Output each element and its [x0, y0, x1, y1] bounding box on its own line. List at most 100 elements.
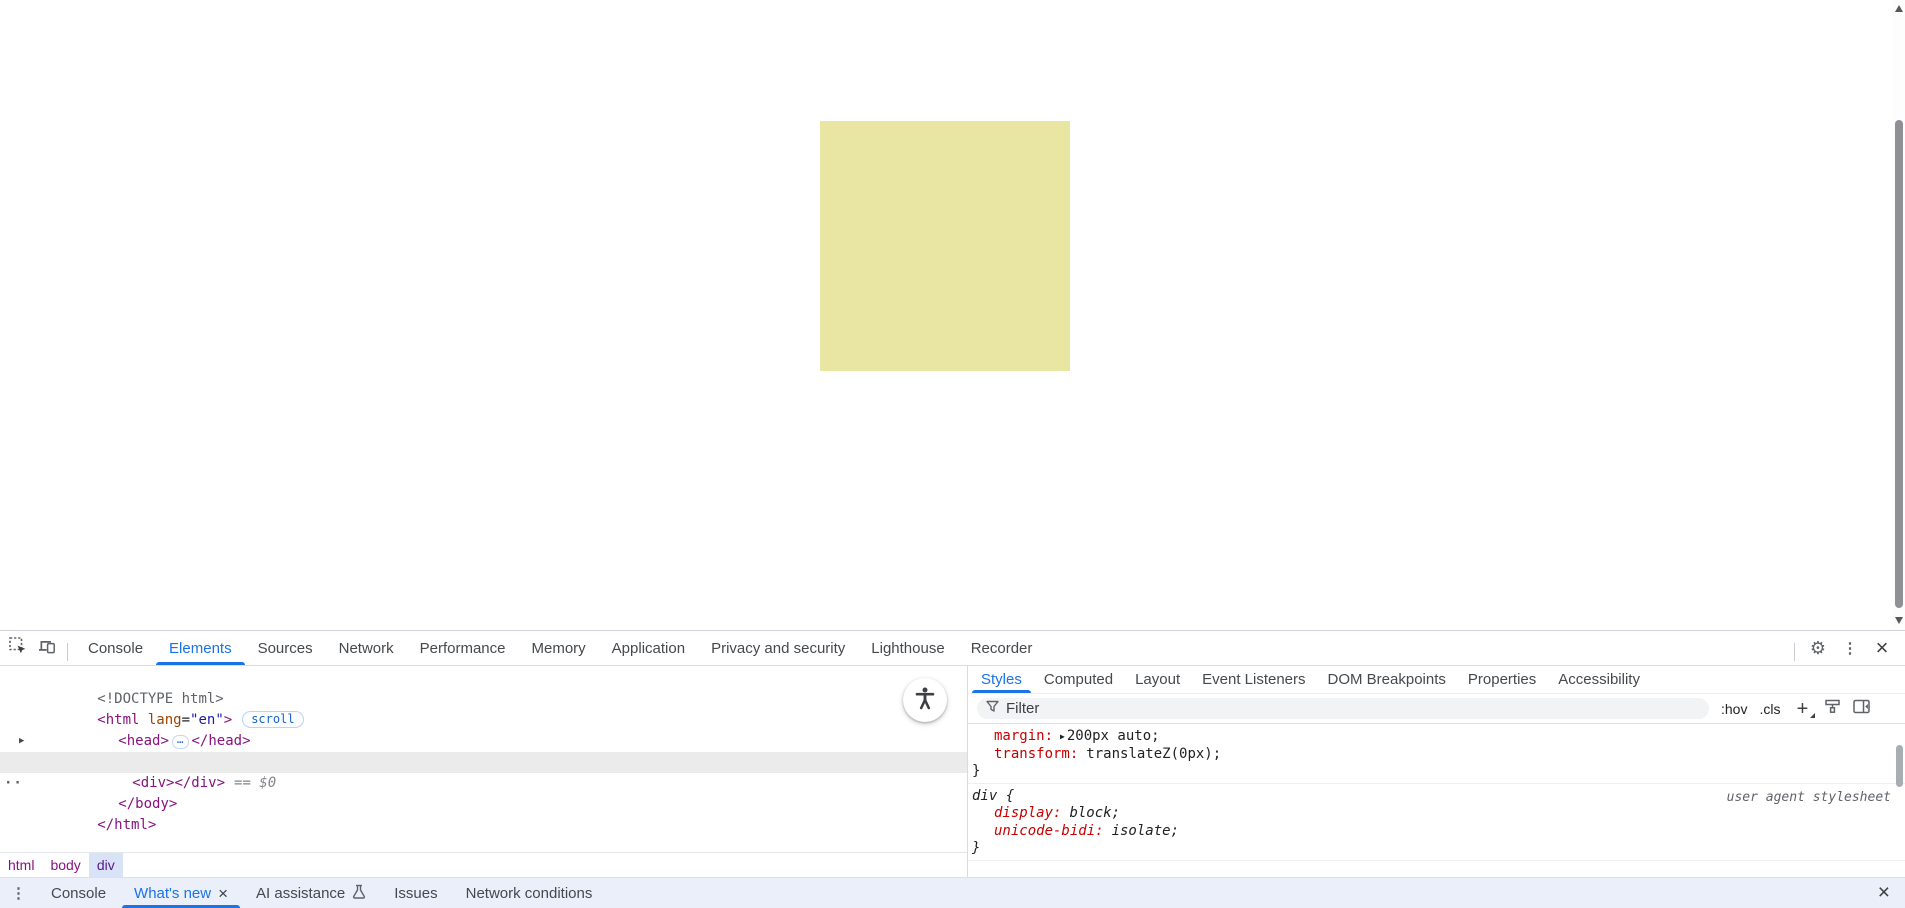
drawer-tab-issues[interactable]: Issues: [380, 878, 451, 908]
breadcrumb-div[interactable]: div: [89, 853, 123, 877]
dom-node-html-close[interactable]: </html>: [0, 794, 967, 815]
tab-console[interactable]: Console: [75, 631, 156, 665]
drawer-tab-label: What's new: [134, 885, 211, 902]
close-tab-icon[interactable]: ×: [218, 886, 228, 901]
scroll-down-arrow-icon[interactable]: [1895, 617, 1903, 624]
dom-tree: <!DOCTYPE html> <html lang="en">scroll ▶…: [0, 666, 967, 815]
tab-network[interactable]: Network: [326, 631, 407, 665]
css-declaration-unicode-bidi[interactable]: unicode-bidi: isolate;: [972, 823, 1905, 841]
tab-performance[interactable]: Performance: [407, 631, 519, 665]
css-property-name: transform:: [994, 746, 1078, 762]
tab-event-listeners[interactable]: Event Listeners: [1191, 666, 1316, 693]
css-property-name: margin:: [994, 728, 1053, 744]
tab-dom-breakpoints[interactable]: DOM Breakpoints: [1317, 666, 1457, 693]
drawer-tab-network-conditions[interactable]: Network conditions: [452, 878, 607, 908]
page-scrollbar-thumb[interactable]: [1895, 120, 1903, 608]
drawer-more-button[interactable]: ⋮: [0, 878, 37, 908]
css-property-value: isolate;: [1112, 823, 1179, 839]
drawer-tab-ai-assistance[interactable]: AI assistance: [242, 878, 380, 908]
filter-placeholder: Filter: [1006, 700, 1039, 717]
filter-funnel-icon: [986, 700, 999, 718]
toolbar-right-controls: ⚙ ⋮ ×: [1790, 631, 1905, 665]
css-declaration-transform[interactable]: transform:translateZ(0px);: [972, 746, 1905, 764]
tab-lighthouse[interactable]: Lighthouse: [858, 631, 957, 665]
toolbar-divider: [67, 643, 68, 661]
page-scrollbar[interactable]: [1893, 0, 1905, 630]
drawer-tab-whats-new[interactable]: What's new ×: [120, 878, 242, 908]
toggle-sidebar-button[interactable]: [1853, 699, 1870, 719]
drawer-tab-label: AI assistance: [256, 885, 345, 902]
styles-scrollbar-thumb[interactable]: [1896, 745, 1903, 787]
kebab-menu-icon: ⋮: [11, 884, 26, 902]
breadcrumb-html[interactable]: html: [0, 853, 42, 877]
kebab-menu-icon: ⋮: [1843, 639, 1858, 657]
tab-sources[interactable]: Sources: [245, 631, 326, 665]
toolbar-divider: [1794, 643, 1795, 661]
devtools-main: <!DOCTYPE html> <html lang="en">scroll ▶…: [0, 666, 1905, 877]
toolbar-icon-group: [0, 631, 75, 665]
close-icon: ×: [1876, 638, 1889, 658]
tab-styles[interactable]: Styles: [970, 666, 1033, 693]
tab-application[interactable]: Application: [599, 631, 698, 665]
new-style-rule-button[interactable]: +: [1792, 700, 1812, 718]
css-declaration-display[interactable]: display: block;: [972, 805, 1905, 823]
rendering-emulations-button[interactable]: [1824, 698, 1841, 719]
expand-shorthand-icon[interactable]: ▶: [1060, 732, 1065, 741]
dom-node-html[interactable]: <html lang="en">scroll: [0, 689, 967, 710]
toggle-hover-state-button[interactable]: :hov: [1721, 701, 1747, 717]
tab-privacy-and-security[interactable]: Privacy and security: [698, 631, 858, 665]
tab-computed[interactable]: Computed: [1033, 666, 1124, 693]
drawer-bar: ⋮ Console What's new × AI assistance Iss…: [0, 877, 1905, 908]
styles-filter-row: Filter :hov .cls +: [968, 694, 1905, 724]
inspect-element-button[interactable]: [5, 635, 31, 661]
settings-button[interactable]: ⚙: [1805, 635, 1831, 661]
rule-close-brace: }: [972, 840, 1905, 857]
style-rule-user-agent: div { user agent stylesheet display:bloc…: [968, 784, 1905, 861]
tab-elements[interactable]: Elements: [156, 631, 245, 665]
styles-tab-bar: Styles Computed Layout Event Listeners D…: [968, 666, 1905, 694]
tab-properties[interactable]: Properties: [1457, 666, 1547, 693]
tab-memory[interactable]: Memory: [519, 631, 599, 665]
gear-icon: ⚙: [1810, 638, 1826, 659]
styles-rules-list: margin: ▶200px auto; transform:translateZ…: [968, 724, 1905, 861]
device-toolbar-button[interactable]: [34, 635, 60, 661]
close-drawer-button[interactable]: ×: [1863, 878, 1905, 908]
tab-accessibility[interactable]: Accessibility: [1547, 666, 1651, 693]
css-property-value: 200px auto;: [1067, 728, 1160, 744]
drawer-tab-console[interactable]: Console: [37, 878, 120, 908]
styles-filter-controls: :hov .cls +: [1721, 698, 1870, 719]
dom-node-body[interactable]: ▼<body>: [0, 731, 967, 752]
styles-filter-input[interactable]: Filter: [977, 698, 1709, 719]
scroll-up-arrow-icon[interactable]: [1895, 5, 1903, 12]
more-options-button[interactable]: ⋮: [1837, 635, 1863, 661]
dom-node-head[interactable]: ▶<head>…</head>: [0, 710, 967, 731]
css-property-name: unicode-bidi:: [994, 823, 1104, 839]
flask-icon: [352, 884, 366, 903]
css-declaration-margin[interactable]: margin: ▶200px auto;: [972, 728, 1905, 746]
dom-node-body-close[interactable]: </body>: [0, 773, 967, 794]
accessibility-person-icon: [914, 686, 936, 715]
inspect-cursor-icon: [9, 637, 27, 660]
close-icon: ×: [1878, 881, 1890, 905]
style-rule-scrolled: margin: ▶200px auto; transform:translateZ…: [968, 724, 1905, 784]
page-div-element: [820, 121, 1070, 371]
accessibility-overlay-button[interactable]: [903, 678, 947, 722]
toggle-element-classes-button[interactable]: .cls: [1759, 701, 1780, 717]
device-toolbar-icon: [38, 637, 57, 660]
devtools-tab-bar: Console Elements Sources Network Perform…: [75, 631, 1045, 665]
devtools-toolbar: Console Elements Sources Network Perform…: [0, 631, 1905, 666]
tab-recorder[interactable]: Recorder: [958, 631, 1046, 665]
rule-close-brace: }: [972, 763, 1905, 780]
rendered-page: [0, 0, 1905, 630]
html-close-tag: </html>: [97, 817, 156, 833]
dom-node-doctype[interactable]: <!DOCTYPE html>: [0, 668, 967, 689]
devtools-window: Console Elements Sources Network Perform…: [0, 630, 1905, 908]
breadcrumb-body[interactable]: body: [42, 853, 88, 877]
css-property-name: display:: [994, 805, 1061, 821]
dom-node-div-selected[interactable]: ··<div></div>== $0: [0, 752, 967, 773]
css-property-value: block;: [1069, 805, 1120, 821]
breadcrumb: html body div: [0, 852, 967, 877]
close-devtools-button[interactable]: ×: [1869, 635, 1895, 661]
tab-layout[interactable]: Layout: [1124, 666, 1191, 693]
stylesheet-origin-label: user agent stylesheet: [1727, 790, 1891, 805]
